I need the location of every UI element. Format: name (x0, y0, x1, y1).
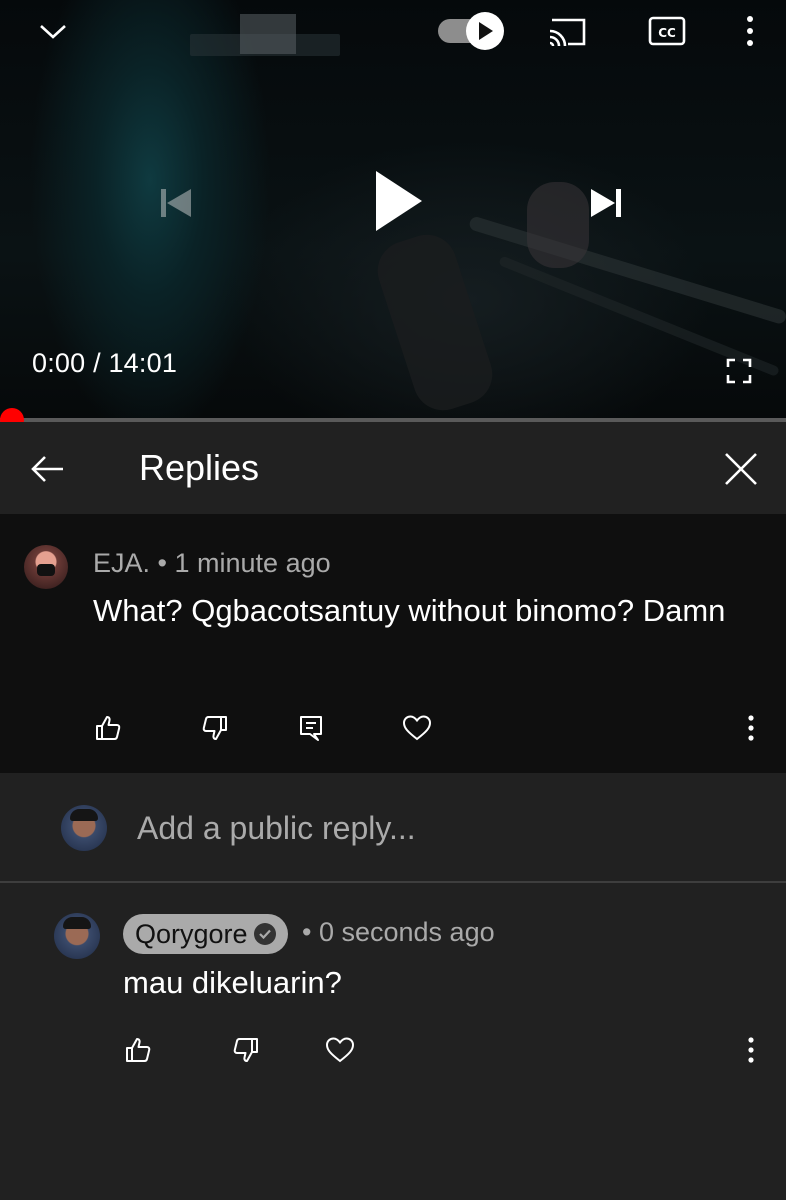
close-icon (725, 453, 757, 485)
comment-text: What? Qgbacotsantuy without binomo? Damn (93, 593, 726, 628)
next-icon (591, 189, 621, 217)
avatar-hair (63, 917, 91, 929)
next-button[interactable] (584, 178, 630, 228)
reply-button[interactable] (291, 708, 331, 748)
cast-icon (549, 18, 586, 47)
previous-icon (161, 189, 191, 217)
captions-button[interactable]: CC (646, 12, 688, 50)
fullscreen-icon (726, 358, 752, 384)
player-more-button[interactable] (735, 10, 765, 52)
verified-check-icon (253, 923, 276, 945)
avatar (61, 805, 107, 851)
comment-time: 0 seconds ago (318, 917, 495, 947)
heart-icon (325, 1037, 355, 1063)
reply-input-row (0, 773, 786, 883)
thumb-down-icon (202, 716, 227, 740)
comment-text: mau dikeluarin? (123, 965, 342, 1000)
thumb-up-icon (96, 716, 121, 740)
dislike-button[interactable] (226, 1030, 266, 1070)
cast-button[interactable] (542, 10, 592, 54)
play-icon (479, 22, 493, 40)
autoplay-toggle[interactable] (436, 10, 508, 52)
back-button[interactable] (24, 446, 70, 492)
time-display: 0:00 / 14:01 (32, 348, 177, 379)
more-vert-icon (747, 16, 753, 46)
arrow-back-icon (31, 456, 63, 482)
comment-author: Qorygore (135, 918, 248, 949)
heart-button[interactable] (320, 1030, 360, 1070)
comment-meta: • 0 seconds ago (302, 917, 495, 948)
like-button[interactable] (88, 708, 128, 748)
previous-button[interactable] (150, 178, 200, 228)
svg-text:CC: CC (658, 26, 676, 40)
comment-author[interactable]: EJA. (93, 548, 150, 578)
comment-more-button[interactable] (736, 1030, 766, 1070)
reply-comment: Qorygore • 0 seconds ago mau dikeluarin? (0, 883, 786, 1200)
autoplay-knob (466, 12, 504, 50)
current-time: 0:00 (32, 348, 86, 378)
reply-icon (300, 716, 322, 741)
video-frame-poster (240, 14, 296, 54)
more-vert-icon (748, 1037, 754, 1063)
play-button[interactable] (366, 166, 430, 236)
heart-icon (402, 715, 432, 741)
duration: 14:01 (108, 348, 178, 378)
dislike-button[interactable] (195, 708, 235, 748)
time-separator: / (93, 348, 101, 378)
comment-time: 1 minute ago (174, 548, 331, 578)
author-chip[interactable]: Qorygore (123, 914, 288, 954)
reply-input[interactable] (137, 806, 737, 850)
collapse-button[interactable] (30, 12, 76, 52)
play-icon (376, 171, 422, 231)
thumb-down-icon (233, 1038, 258, 1062)
fullscreen-button[interactable] (722, 354, 756, 388)
comment-meta: EJA. • 1 minute ago (93, 548, 331, 579)
replies-header: Replies (0, 422, 786, 514)
video-frame-doll (527, 182, 589, 268)
avatar[interactable] (24, 545, 68, 589)
avatar-hair (70, 809, 98, 821)
like-button[interactable] (118, 1030, 158, 1070)
parent-comment: EJA. • 1 minute ago What? Qgbacotsantuy … (0, 514, 786, 773)
meta-bullet: • (157, 548, 167, 578)
close-button[interactable] (716, 444, 766, 494)
video-frame-arm (369, 226, 501, 419)
avatar-mask (37, 564, 55, 576)
thumb-up-icon (126, 1038, 151, 1062)
replies-title: Replies (139, 447, 260, 488)
avatar[interactable] (54, 913, 100, 959)
cc-icon: CC (648, 16, 686, 46)
meta-bullet: • (302, 917, 312, 947)
more-vert-icon (748, 715, 754, 741)
heart-button[interactable] (397, 708, 437, 748)
video-player[interactable]: CC 0:00 / 14:01 (0, 0, 786, 420)
comment-more-button[interactable] (736, 708, 766, 748)
chevron-down-icon (40, 25, 66, 39)
